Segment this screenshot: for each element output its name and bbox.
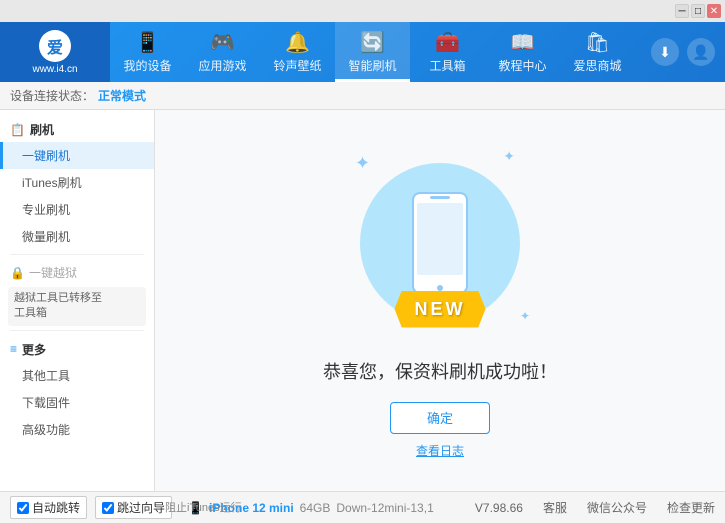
- auto-redirect-label: 自动跳转: [32, 499, 80, 516]
- toolbox-icon: 🧰: [435, 30, 460, 55]
- sidebar-flash-label: 刷机: [30, 121, 54, 138]
- nav-tutorial[interactable]: 📖 教程中心: [485, 22, 560, 82]
- bottom-bar: 自动跳转 跳过向导 📱 iPhone 12 mini 64GB Down-12m…: [0, 491, 725, 523]
- title-bar: ─ □ ✕: [0, 0, 725, 22]
- lock-icon: 🔒: [10, 266, 25, 280]
- sidebar-item-download-firmware[interactable]: 下载固件: [0, 389, 154, 416]
- sidebar-more-label: 更多: [22, 341, 46, 358]
- store-icon: 🛍: [585, 30, 610, 55]
- sparkle-3: ✦: [520, 309, 530, 323]
- flash-section-icon: 📋: [10, 123, 25, 137]
- jailbreak-label: 一键越狱: [29, 264, 77, 281]
- content-area: NEW ✦ ✦ ✦ 恭喜您，保资料刷机成功啦！ 确定 查看日志: [155, 110, 725, 491]
- other-tools-label: 其他工具: [22, 369, 70, 383]
- wechat-link[interactable]: 微信公众号: [587, 499, 647, 516]
- nav-store-label: 爱思商城: [573, 57, 621, 74]
- tutorial-icon: 📖: [510, 30, 535, 55]
- phone-svg: [405, 188, 475, 298]
- sidebar-item-advanced[interactable]: 高级功能: [0, 416, 154, 443]
- sidebar-section-jailbreak: 🔒 一键越狱: [0, 259, 154, 285]
- success-illustration: NEW ✦ ✦ ✦: [340, 143, 540, 343]
- stop-itunes-button[interactable]: 阻止iTunes运行: [165, 499, 242, 515]
- nav-apps-games-label: 应用游戏: [198, 57, 246, 74]
- sidebar-item-other-tools[interactable]: 其他工具: [0, 362, 154, 389]
- one-click-flash-label: 一键刷机: [22, 149, 70, 163]
- auto-redirect-checkbox[interactable]: 自动跳转: [10, 496, 87, 519]
- user-button[interactable]: 👤: [687, 38, 715, 66]
- sidebar-divider-2: [10, 330, 144, 331]
- logo-url: www.i4.cn: [32, 64, 77, 75]
- status-value: 正常模式: [98, 87, 146, 104]
- confirm-button[interactable]: 确定: [390, 402, 490, 434]
- sparkle-2: ✦: [503, 148, 515, 165]
- nav-store[interactable]: 🛍 爱思商城: [560, 22, 635, 82]
- my-device-icon: 📱: [135, 30, 160, 55]
- device-storage: 64GB: [300, 501, 331, 515]
- logo-icon: 爱: [39, 30, 71, 62]
- sidebar-section-flash: 📋 刷机: [0, 115, 154, 142]
- nav-ringtone-label: 铃声壁纸: [273, 57, 321, 74]
- sidebar-item-one-click-flash[interactable]: 一键刷机: [0, 142, 154, 169]
- nav-apps-games[interactable]: 🎮 应用游戏: [185, 22, 260, 82]
- apps-games-icon: 🎮: [210, 30, 235, 55]
- nav-ringtone[interactable]: 🔔 铃声壁纸: [260, 22, 335, 82]
- nav-toolbox-label: 工具箱: [429, 57, 465, 74]
- smart-flash-icon: 🔄: [360, 30, 385, 55]
- download-button[interactable]: ⬇: [651, 38, 679, 66]
- nav-smart-flash-label: 智能刷机: [348, 57, 396, 74]
- more-section-icon: ≡: [10, 342, 17, 356]
- nav-bar: 📱 我的设备 🎮 应用游戏 🔔 铃声壁纸 🔄 智能刷机 🧰 工具箱 📖 教程中心…: [110, 22, 651, 82]
- sidebar-item-pro-flash[interactable]: 专业刷机: [0, 196, 154, 223]
- main-layout: 📋 刷机 一键刷机 iTunes刷机 专业刷机 微量刷机 🔒 一键越狱 越狱工具…: [0, 110, 725, 491]
- skip-guide-label: 跳过向导: [117, 499, 165, 516]
- logo-area[interactable]: 爱 www.i4.cn: [0, 22, 110, 82]
- sidebar-item-itunes-flash[interactable]: iTunes刷机: [0, 169, 154, 196]
- status-label: 设备连接状态：: [10, 87, 94, 104]
- sidebar: 📋 刷机 一键刷机 iTunes刷机 专业刷机 微量刷机 🔒 一键越狱 越狱工具…: [0, 110, 155, 491]
- itunes-flash-label: iTunes刷机: [22, 176, 82, 190]
- sidebar-jailbreak-note: 越狱工具已转移至工具箱: [8, 287, 146, 326]
- bottom-right: V7.98.66 客服 微信公众号 检查更新: [475, 499, 715, 516]
- minimize-button[interactable]: ─: [675, 4, 689, 18]
- nav-tutorial-label: 教程中心: [498, 57, 546, 74]
- header-right: ⬇ 👤: [651, 38, 725, 66]
- pro-flash-label: 专业刷机: [22, 203, 70, 217]
- version-text: V7.98.66: [475, 501, 523, 515]
- save-flash-label: 微量刷机: [22, 230, 70, 244]
- skip-guide-checkbox[interactable]: 跳过向导: [95, 496, 172, 519]
- customer-service-link[interactable]: 客服: [543, 499, 567, 516]
- maximize-button[interactable]: □: [691, 4, 705, 18]
- ringtone-icon: 🔔: [285, 30, 310, 55]
- skip-guide-input[interactable]: [102, 502, 114, 514]
- auto-redirect-input[interactable]: [17, 502, 29, 514]
- nav-my-device-label: 我的设备: [123, 57, 171, 74]
- check-update-link[interactable]: 检查更新: [667, 499, 715, 516]
- header: 爱 www.i4.cn 📱 我的设备 🎮 应用游戏 🔔 铃声壁纸 🔄 智能刷机 …: [0, 22, 725, 82]
- status-bar: 设备连接状态： 正常模式: [0, 82, 725, 110]
- success-title: 恭喜您，保资料刷机成功啦！: [323, 358, 557, 384]
- advanced-label: 高级功能: [22, 423, 70, 437]
- sidebar-section-more: ≡ 更多: [0, 335, 154, 362]
- nav-toolbox[interactable]: 🧰 工具箱: [410, 22, 485, 82]
- sidebar-divider-1: [10, 254, 144, 255]
- new-badge: NEW: [395, 291, 486, 328]
- nav-smart-flash[interactable]: 🔄 智能刷机: [335, 22, 410, 82]
- device-firmware: Down-12mini-13,1: [336, 501, 433, 515]
- log-link[interactable]: 查看日志: [416, 442, 464, 459]
- footer-container: 自动跳转 跳过向导 📱 iPhone 12 mini 64GB Down-12m…: [0, 491, 725, 523]
- sidebar-item-save-flash[interactable]: 微量刷机: [0, 223, 154, 250]
- nav-my-device[interactable]: 📱 我的设备: [110, 22, 185, 82]
- close-button[interactable]: ✕: [707, 4, 721, 18]
- sparkle-1: ✦: [355, 153, 370, 174]
- download-firmware-label: 下载固件: [22, 396, 70, 410]
